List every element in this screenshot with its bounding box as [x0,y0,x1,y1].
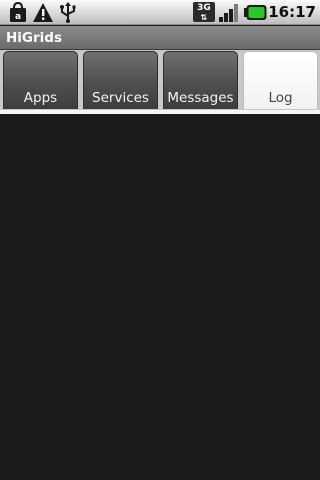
network-3g-icon: 3G ⇅ [193,2,215,22]
app-title: HiGrids [6,30,62,46]
screen: a 3G ⇅ 16:17 HiGrids Apps Services Messa… [0,0,320,480]
svg-text:a: a [15,12,21,22]
tab-apps[interactable]: Apps [3,51,78,109]
tab-bar: Apps Services Messages Log [0,50,320,110]
battery-icon [244,5,267,20]
log-content-area [0,114,320,480]
tab-apps-label: Apps [23,90,58,106]
bag-notification-icon: a [10,2,26,22]
tab-messages-label: Messages [167,90,234,106]
tab-services[interactable]: Services [83,51,158,109]
title-bar: HiGrids [0,26,320,50]
signal-strength-icon [219,4,238,22]
tab-messages[interactable]: Messages [163,51,238,109]
warning-icon [33,3,53,22]
network-type-label: 3G [197,3,211,13]
tab-log[interactable]: Log [243,51,318,109]
tab-log-label: Log [268,90,293,106]
data-arrows-icon: ⇅ [200,13,208,22]
status-bar: a 3G ⇅ 16:17 [0,0,320,25]
tab-services-label: Services [92,90,149,106]
status-time: 16:17 [268,3,316,21]
usb-icon [60,2,76,23]
